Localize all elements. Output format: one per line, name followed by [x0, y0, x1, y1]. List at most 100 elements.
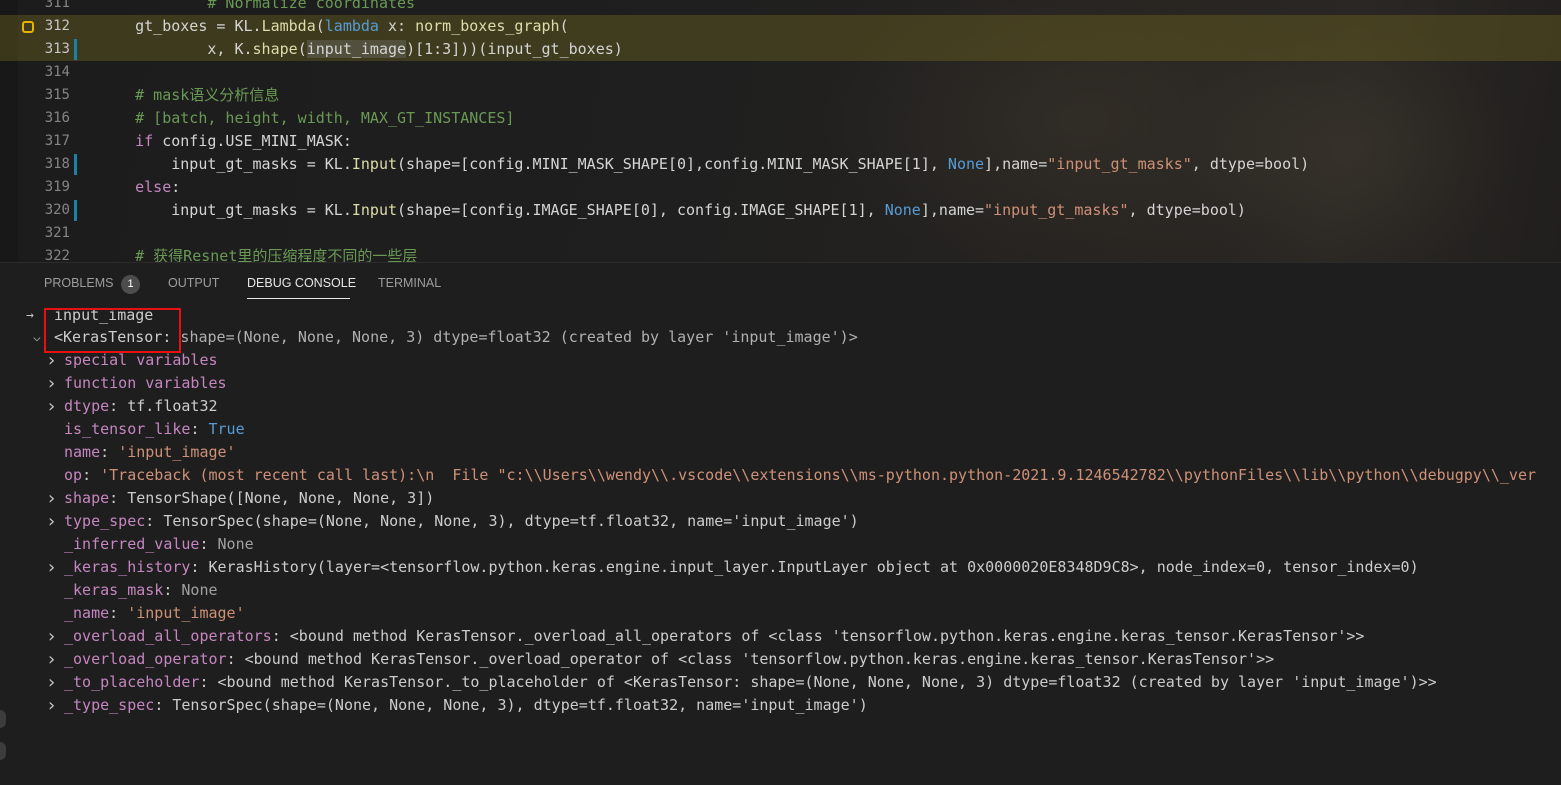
variable-row[interactable]: type_spec: TensorSpec(shape=(None, None,… [64, 510, 859, 533]
problems-count-badge: 1 [121, 275, 140, 294]
code-text: if config.USE_MINI_MASK: [135, 132, 352, 150]
code-line[interactable]: 318 input_gt_masks = KL.Input(shape=[con… [0, 153, 1561, 176]
variable-row[interactable]: name: 'input_image' [64, 441, 236, 464]
debug-console[interactable]: → input_image ⌵ <KerasTensor: shape=(Non… [0, 304, 1561, 785]
sidebar-indicator [0, 742, 6, 760]
chevron-right-icon[interactable]: › [46, 671, 57, 694]
line-number: 319 [44, 179, 70, 195]
result-tail: shape=(None, None, None, 3) dtype=float3… [171, 328, 858, 346]
variable-value: KerasHistory(layer=<tensorflow.python.ke… [208, 558, 1419, 576]
variable-name: _overload_all_operators [64, 627, 272, 645]
variable-name: _overload_operator [64, 650, 227, 668]
variable-row[interactable]: function variables [64, 372, 227, 395]
variable-value: TensorShape([None, None, None, 3]) [127, 489, 435, 507]
variable-value: <bound method KerasTensor._overload_oper… [244, 650, 1275, 668]
variable-row[interactable]: _inferred_value: None [64, 533, 254, 556]
variable-name: shape [64, 489, 110, 507]
variable-row[interactable]: _overload_operator: <bound method KerasT… [64, 648, 1274, 671]
line-number: 313 [44, 41, 70, 57]
line-number: 322 [44, 248, 70, 262]
chevron-right-icon[interactable]: › [46, 694, 57, 717]
variable-name: type_spec [64, 512, 146, 530]
variable-value: TensorSpec(shape=(None, None, None, 3), … [172, 696, 868, 714]
code-line[interactable]: 315 # mask语义分析信息 [0, 84, 1561, 107]
chevron-right-icon[interactable]: › [46, 395, 57, 418]
git-modified-indicator [74, 154, 77, 175]
code-text: # [batch, height, width, MAX_GT_INSTANCE… [135, 109, 515, 127]
line-number: 317 [44, 133, 70, 149]
variable-value: tf.float32 [127, 397, 218, 415]
chevron-right-icon[interactable]: › [46, 648, 57, 671]
tab-terminal[interactable]: TERMINAL [378, 276, 441, 290]
code-line[interactable]: 322 # 获得Resnet里的压缩程度不同的一些层 [0, 245, 1561, 262]
variable-name: _keras_history [64, 558, 191, 576]
variable-name: _to_placeholder [64, 673, 200, 691]
arrow-right-icon: → [26, 308, 34, 323]
variable-value: 'input_image' [127, 604, 245, 622]
code-line[interactable]: 317 if config.USE_MINI_MASK: [0, 130, 1561, 153]
sidebar-indicator [0, 710, 6, 728]
chevron-right-icon[interactable]: › [46, 372, 57, 395]
variable-row[interactable]: _to_placeholder: <bound method KerasTens… [64, 671, 1437, 694]
code-line[interactable]: 314 [0, 61, 1561, 84]
variable-row[interactable]: dtype: tf.float32 [64, 395, 218, 418]
debug-stackframe-icon[interactable] [22, 21, 34, 33]
variable-name: _type_spec [64, 696, 155, 714]
code-line[interactable]: 313 x, K.shape(input_image)[1:3]))(input… [0, 38, 1561, 61]
line-number: 318 [44, 156, 70, 172]
variable-value: 'Traceback (most recent call last):\n Fi… [100, 466, 1537, 484]
variable-name: _name [64, 604, 110, 622]
variable-row[interactable]: _keras_history: KerasHistory(layer=<tens… [64, 556, 1419, 579]
variable-value: None [181, 581, 218, 599]
variable-name: op [64, 466, 83, 484]
variable-value: None [217, 535, 254, 553]
variable-row[interactable]: is_tensor_like: True [64, 418, 245, 441]
code-text: gt_boxes = KL.Lambda(lambda x: norm_boxe… [99, 17, 569, 35]
code-text: # Normalize coordinates [207, 0, 416, 12]
variable-row[interactable]: _overload_all_operators: <bound method K… [64, 625, 1364, 648]
variable-row[interactable]: _keras_mask: None [64, 579, 218, 602]
code-line[interactable]: 321 [0, 222, 1561, 245]
variable-value: <bound method KerasTensor._overload_all_… [289, 627, 1365, 645]
line-number: 314 [44, 64, 70, 80]
code-editor[interactable]: 311 # Normalize coordinates 312 gt_boxes … [0, 0, 1561, 262]
code-line[interactable]: 312 gt_boxes = KL.Lambda(lambda x: norm_… [0, 15, 1561, 38]
line-number: 315 [44, 87, 70, 103]
variable-row[interactable]: _type_spec: TensorSpec(shape=(None, None… [64, 694, 868, 717]
active-tab-indicator [247, 298, 350, 299]
variable-name: _inferred_value [64, 535, 200, 553]
code-text: # mask语义分析信息 [135, 86, 280, 104]
code-line[interactable]: 320 input_gt_masks = KL.Input(shape=[con… [0, 199, 1561, 222]
tab-problems[interactable]: PROBLEMS [44, 276, 113, 290]
line-number: 316 [44, 110, 70, 126]
chevron-right-icon[interactable]: › [46, 556, 57, 579]
line-number: 312 [44, 18, 70, 34]
chevron-right-icon[interactable]: › [46, 625, 57, 648]
chevron-down-icon[interactable]: ⌵ [33, 326, 43, 349]
variable-row[interactable]: shape: TensorShape([None, None, None, 3]… [64, 487, 434, 510]
variable-name: dtype [64, 397, 110, 415]
code-text: input_gt_masks = KL.Input(shape=[config.… [99, 155, 1310, 173]
code-text: input_gt_masks = KL.Input(shape=[config.… [99, 201, 1246, 219]
chevron-right-icon[interactable]: › [46, 487, 57, 510]
variable-name: special variables [64, 351, 218, 369]
tab-debug-console[interactable]: DEBUG CONSOLE [247, 276, 356, 290]
code-line[interactable]: 311 # Normalize coordinates [0, 0, 1561, 15]
tab-output[interactable]: OUTPUT [168, 276, 219, 290]
variable-name: name [64, 443, 101, 461]
variable-row[interactable]: _name: 'input_image' [64, 602, 245, 625]
code-line[interactable]: 316 # [batch, height, width, MAX_GT_INST… [0, 107, 1561, 130]
annotation-box [44, 308, 181, 353]
code-text: x, K.shape(input_image)[1:3]))(input_gt_… [99, 40, 623, 58]
variable-row[interactable]: op: 'Traceback (most recent call last):\… [64, 464, 1536, 487]
git-modified-indicator [74, 39, 77, 60]
line-number: 320 [44, 202, 70, 218]
panel-tab-bar: PROBLEMS 1 OUTPUT DEBUG CONSOLE TERMINAL [0, 262, 1561, 305]
variable-value: <bound method KerasTensor._to_placeholde… [217, 673, 1437, 691]
chevron-right-icon[interactable]: › [46, 510, 57, 533]
code-text: # 获得Resnet里的压缩程度不同的一些层 [135, 247, 418, 262]
variable-name: _keras_mask [64, 581, 164, 599]
variable-name: function variables [64, 374, 227, 392]
variable-name: is_tensor_like [64, 420, 191, 438]
code-line[interactable]: 319 else: [0, 176, 1561, 199]
